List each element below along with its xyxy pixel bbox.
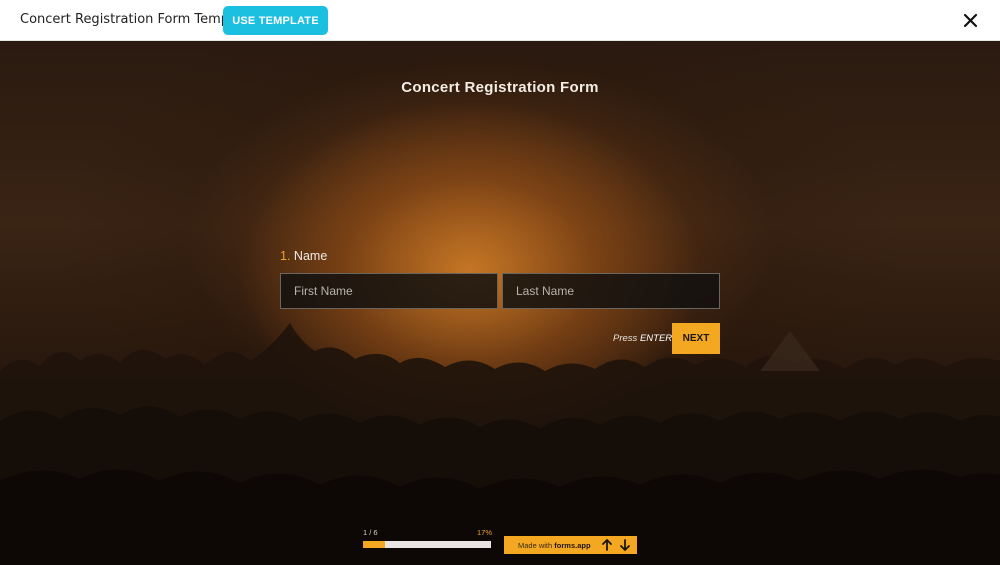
brand-name: forms.app [554, 541, 591, 550]
first-name-field[interactable] [280, 273, 498, 309]
made-with-text: Made with forms.app [518, 541, 591, 550]
press-hint-key: ENTER [639, 333, 673, 344]
close-icon[interactable] [961, 11, 980, 30]
top-bar: Concert Registration Form Template USE T… [0, 0, 1000, 41]
arrow-up-icon[interactable] [600, 538, 614, 552]
form-stage: Concert Registration Form 1. Name Press … [0, 41, 1000, 565]
progress-percent: 17% [477, 528, 493, 537]
concert-crowd-background [0, 323, 1000, 565]
next-button[interactable]: NEXT [672, 323, 720, 354]
press-enter-hint: Press ENTER [613, 333, 672, 344]
form-title: Concert Registration Form [401, 79, 599, 96]
press-hint-prefix: Press [613, 333, 638, 344]
arrow-down-icon[interactable] [618, 538, 632, 552]
made-with-prefix: Made with [518, 541, 553, 550]
question-number: 1. [280, 249, 291, 263]
question-text: Name [293, 249, 328, 263]
question-label: 1. Name [280, 249, 327, 263]
last-name-field[interactable] [502, 273, 720, 309]
progress-bar [363, 541, 491, 548]
progress-count: 1 / 6 [363, 528, 378, 537]
progress-fill [363, 541, 385, 548]
made-with-badge[interactable]: Made with forms.app [504, 536, 637, 554]
template-title: Concert Registration Form Template [20, 12, 254, 27]
use-template-button[interactable]: USE TEMPLATE [223, 6, 328, 35]
